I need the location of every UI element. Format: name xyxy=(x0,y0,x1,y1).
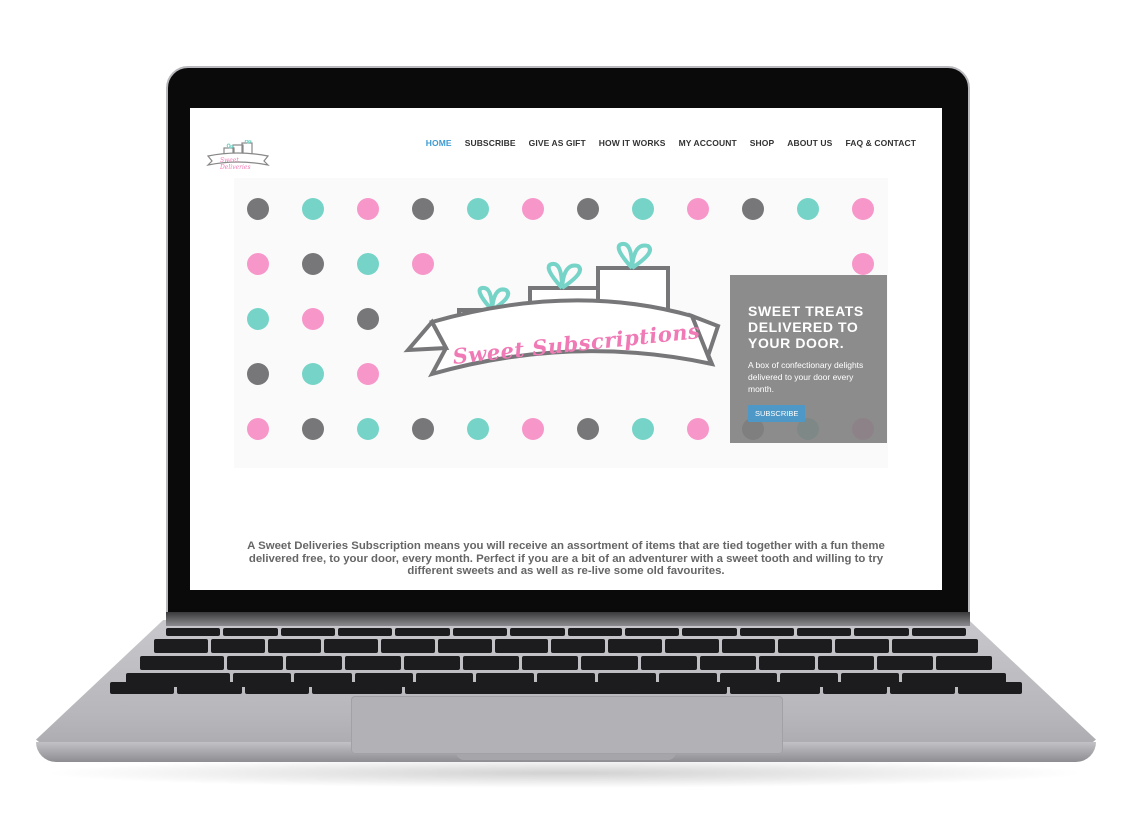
polka-dot xyxy=(522,418,544,440)
site-logo[interactable]: Sweet Deliveries xyxy=(206,139,270,177)
polka-dot xyxy=(247,363,269,385)
banner-graphic xyxy=(403,241,721,378)
polka-dot xyxy=(852,198,874,220)
polka-dot xyxy=(687,198,709,220)
polka-dot xyxy=(302,198,324,220)
callout-title: SWEET TREATS DELIVERED TO YOUR DOOR. xyxy=(748,303,864,351)
nav-faq-contact[interactable]: FAQ & CONTACT xyxy=(845,138,916,148)
polka-dot xyxy=(302,308,324,330)
key-row-1 xyxy=(154,639,978,653)
polka-dot xyxy=(247,418,269,440)
key-row-2 xyxy=(140,656,992,670)
polka-dot xyxy=(247,198,269,220)
intro-text: A Sweet Deliveries Subscription means yo… xyxy=(247,540,885,577)
polka-dot xyxy=(467,198,489,220)
laptop-shadow xyxy=(40,758,1090,788)
nav-give-as-gift[interactable]: GIVE AS GIFT xyxy=(529,138,586,148)
polka-dot xyxy=(357,198,379,220)
polka-dot xyxy=(632,418,654,440)
nav-subscribe[interactable]: SUBSCRIBE xyxy=(465,138,516,148)
logo-text: Sweet Deliveries xyxy=(220,157,251,171)
nav-how-it-works[interactable]: HOW IT WORKS xyxy=(599,138,666,148)
hero-callout: SWEET TREATS DELIVERED TO YOUR DOOR. A b… xyxy=(730,275,887,443)
key-row-function xyxy=(166,628,967,636)
key-row-4 xyxy=(110,682,1022,694)
polka-dot xyxy=(797,198,819,220)
polka-dot xyxy=(247,308,269,330)
polka-dot xyxy=(577,198,599,220)
site-header: Sweet Deliveries HOME SUBSCRIBE GIVE AS … xyxy=(190,108,942,178)
subscribe-button[interactable]: SUBSCRIBE xyxy=(748,405,806,422)
polka-dot xyxy=(302,418,324,440)
polka-dot xyxy=(302,253,324,275)
polka-dot xyxy=(412,198,434,220)
polka-dot xyxy=(302,363,324,385)
nav-about-us[interactable]: ABOUT US xyxy=(787,138,832,148)
main-nav: HOME SUBSCRIBE GIVE AS GIFT HOW IT WORKS… xyxy=(426,138,916,148)
keyboard xyxy=(96,626,1036,696)
trackpad xyxy=(351,696,783,754)
polka-dot xyxy=(357,308,379,330)
hero-slider: Sweet Subscriptions SWEET TREATS DELIVER… xyxy=(234,178,888,468)
polka-dot xyxy=(357,418,379,440)
polka-dot xyxy=(412,418,434,440)
laptop-hinge xyxy=(166,612,970,626)
polka-dot xyxy=(632,198,654,220)
nav-shop[interactable]: SHOP xyxy=(750,138,775,148)
polka-dot xyxy=(522,198,544,220)
polka-dot xyxy=(357,253,379,275)
polka-dot xyxy=(852,253,874,275)
polka-dot xyxy=(577,418,599,440)
callout-body: A box of confectionary delights delivere… xyxy=(748,360,864,394)
nav-home[interactable]: HOME xyxy=(426,138,452,148)
polka-dot xyxy=(687,418,709,440)
nav-my-account[interactable]: MY ACCOUNT xyxy=(679,138,737,148)
polka-dot xyxy=(742,198,764,220)
polka-dot xyxy=(247,253,269,275)
polka-dot xyxy=(357,363,379,385)
polka-dot xyxy=(467,418,489,440)
screen: Sweet Deliveries HOME SUBSCRIBE GIVE AS … xyxy=(190,108,942,590)
